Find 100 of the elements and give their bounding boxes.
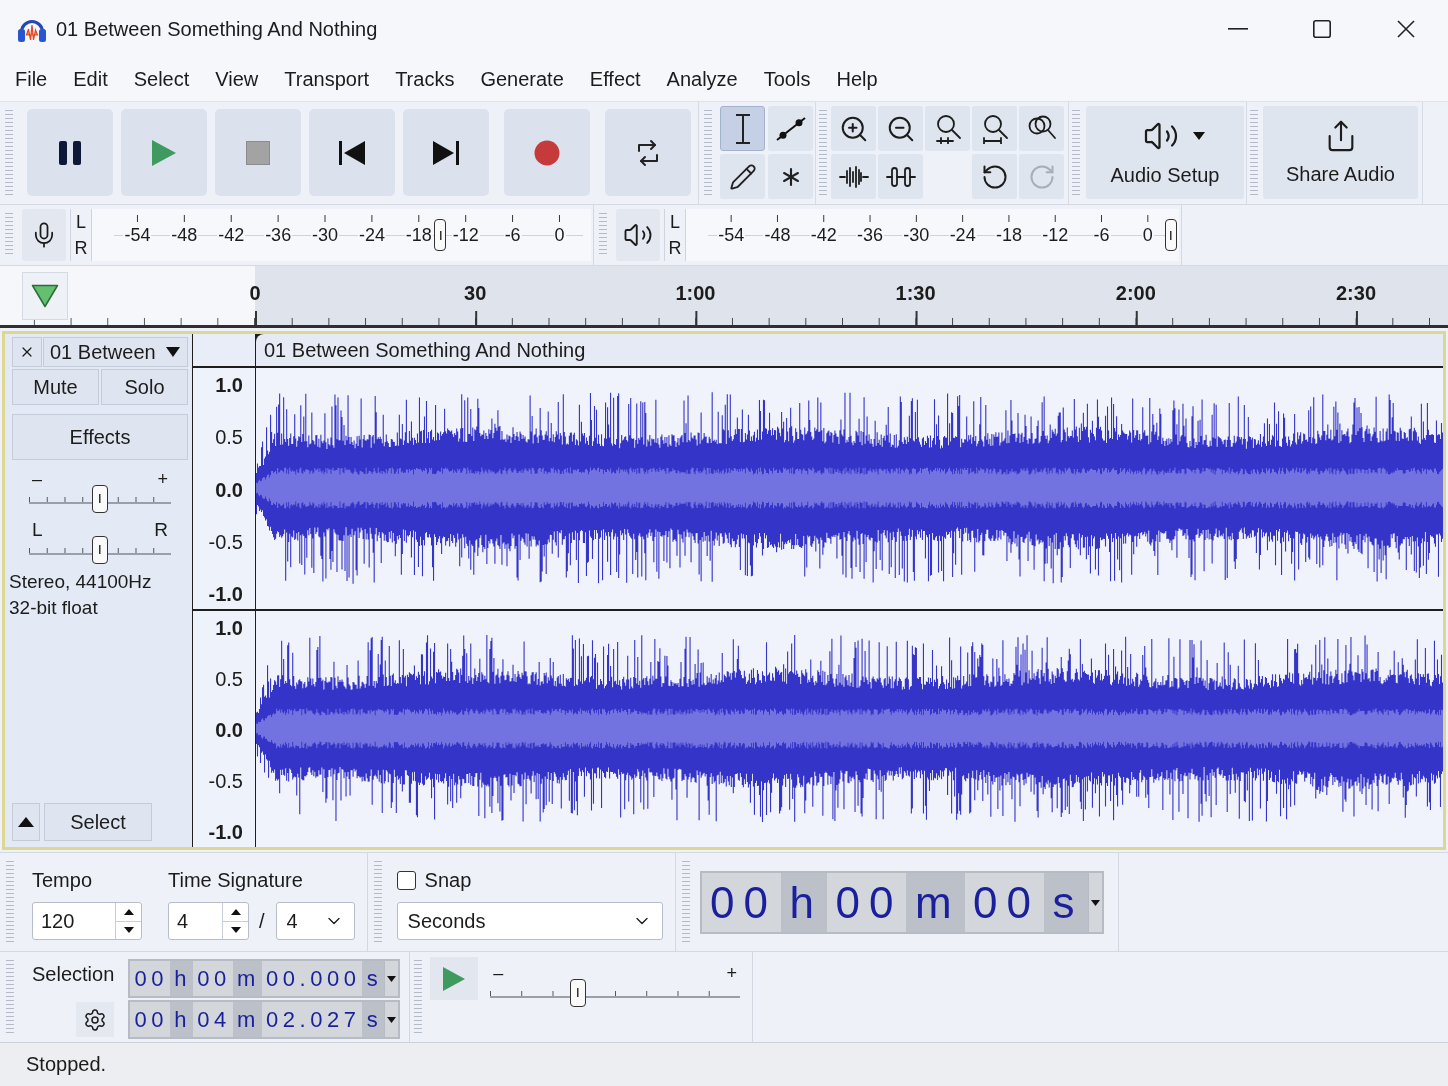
- clip-title: 01 Between Something And Nothing: [264, 338, 586, 362]
- envelope-tool-button[interactable]: [768, 106, 813, 151]
- caret-up-icon: [123, 908, 134, 915]
- magnifier-icon: [933, 113, 962, 144]
- menu-item[interactable]: Effect: [576, 61, 654, 98]
- undo-button[interactable]: [972, 154, 1017, 199]
- meter-gain-thumb[interactable]: [1165, 219, 1177, 251]
- slider-label: –: [32, 470, 42, 490]
- tempo-field[interactable]: 120: [32, 902, 142, 940]
- timeline-label: 1:30: [895, 282, 936, 305]
- multi-tool-button[interactable]: [768, 154, 813, 199]
- selection-end-field[interactable]: 00 h 04 m 02.027 s: [128, 1000, 401, 1039]
- trim-button[interactable]: [831, 154, 876, 199]
- snap-unit-dropdown[interactable]: Seconds: [396, 902, 663, 940]
- menu-item[interactable]: Edit: [60, 61, 121, 98]
- menu-item[interactable]: View: [202, 61, 272, 98]
- menu-item[interactable]: Help: [823, 61, 891, 98]
- selection-label: Selection: [32, 963, 115, 986]
- timeline-label: 1:00: [675, 282, 716, 305]
- slider-thumb[interactable]: [92, 484, 108, 513]
- channel-label: L: [669, 210, 681, 234]
- separator-text: /: [259, 909, 265, 933]
- i-beam-icon: [734, 113, 751, 144]
- slider-label: +: [157, 470, 168, 490]
- recording-meter-button[interactable]: [22, 209, 66, 261]
- caret-down-icon: [387, 975, 397, 982]
- channel-label: R: [73, 236, 89, 260]
- channel-label: R: [667, 236, 683, 260]
- amplitude-label: 0.5: [215, 425, 243, 450]
- skip-to-end-button[interactable]: [403, 109, 489, 196]
- amplitude-label: -0.5: [208, 769, 243, 793]
- beats-field[interactable]: 4: [168, 902, 249, 940]
- caret-down-icon: [1090, 899, 1100, 906]
- settings-button[interactable]: [76, 1002, 115, 1037]
- timeline-label: 2:30: [1336, 282, 1376, 305]
- field-label: Time Signature: [168, 868, 304, 893]
- track-info-text: 32-bit float: [9, 595, 99, 620]
- play-at-speed-button[interactable]: [430, 957, 479, 1000]
- menu-item[interactable]: Generate: [467, 61, 577, 98]
- audio-setup-button[interactable]: Audio Setup: [1086, 106, 1244, 199]
- pencil-icon: [728, 162, 757, 191]
- caret-up-icon: [230, 908, 241, 915]
- amplitude-label: -1.0: [208, 820, 243, 844]
- amplitude-label: 0.5: [215, 667, 243, 691]
- snap-checkbox[interactable]: [396, 870, 416, 890]
- caret-down-icon: [387, 1016, 397, 1023]
- silence-button[interactable]: [878, 154, 923, 199]
- toolbar-grip[interactable]: [1250, 110, 1258, 196]
- menu-item[interactable]: Analyze: [653, 61, 751, 98]
- playback-meter-button[interactable]: [616, 209, 660, 261]
- timeline-label: 30: [464, 282, 487, 305]
- pause-icon: [58, 139, 82, 166]
- track-name-menu[interactable]: 01 Between: [43, 337, 188, 367]
- recording-meter[interactable]: -54 -48 -42 -36 -30 -24 -18 -12 -6 0: [92, 209, 591, 261]
- loop-icon: [635, 138, 661, 167]
- settings-icon: [83, 1007, 108, 1032]
- close-icon: [1397, 20, 1415, 38]
- menu-item[interactable]: Tracks: [382, 61, 468, 98]
- slider-label: –: [493, 964, 504, 984]
- slider-thumb[interactable]: [92, 535, 108, 564]
- note-value-dropdown[interactable]: 4: [275, 902, 355, 940]
- menu-item[interactable]: Transport: [271, 61, 383, 98]
- play-button[interactable]: [121, 109, 207, 196]
- record-button[interactable]: [504, 109, 590, 196]
- amplitude-label: 1.0: [215, 373, 243, 397]
- timeline-label: 0: [249, 282, 261, 305]
- pause-button[interactable]: [27, 109, 113, 196]
- timeline-options-button[interactable]: [22, 271, 68, 320]
- skip-to-start-button[interactable]: [309, 109, 395, 196]
- share-audio-button[interactable]: Share Audio: [1263, 106, 1418, 199]
- meter-gain-thumb[interactable]: [434, 219, 447, 251]
- selection-tool-button[interactable]: [720, 106, 765, 151]
- toolbar-grip[interactable]: [1072, 110, 1080, 196]
- zoom-in-button[interactable]: [831, 106, 876, 151]
- playback-meter[interactable]: -54 -48 -42 -36 -30 -24 -18 -12 -6 0: [686, 209, 1179, 261]
- menu-item[interactable]: Select: [120, 61, 203, 98]
- toolbar-grip[interactable]: [819, 110, 827, 196]
- menu-item[interactable]: Tools: [750, 61, 824, 98]
- time-display[interactable]: 00 h 00 m 00 s: [699, 871, 1104, 934]
- select-button[interactable]: Select: [44, 803, 152, 841]
- solo-button[interactable]: Solo: [101, 369, 188, 405]
- play-icon: [151, 138, 177, 167]
- caret-down-icon: [1193, 132, 1205, 140]
- caret-down-icon: [165, 347, 180, 357]
- slider-thumb[interactable]: [569, 978, 586, 1007]
- fit-project-button[interactable]: [972, 106, 1017, 151]
- effects-button[interactable]: Effects: [12, 414, 188, 460]
- caret-down-icon: [123, 927, 134, 934]
- checkbox-label: Snap: [424, 868, 472, 893]
- zoom-out-button[interactable]: [878, 106, 923, 151]
- mute-button[interactable]: Mute: [12, 369, 99, 405]
- selection-start-field[interactable]: 00 h 00 m 00.000 s: [128, 959, 401, 998]
- fit-selection-button[interactable]: [925, 106, 970, 151]
- record-icon: [534, 139, 560, 166]
- minimize-icon: [1228, 28, 1248, 30]
- menu-item[interactable]: File: [2, 61, 61, 98]
- draw-tool-button[interactable]: [720, 154, 765, 199]
- collapse-button[interactable]: [12, 803, 40, 841]
- zoom-toggle-button[interactable]: [1019, 106, 1064, 151]
- stop-icon: [246, 140, 270, 165]
